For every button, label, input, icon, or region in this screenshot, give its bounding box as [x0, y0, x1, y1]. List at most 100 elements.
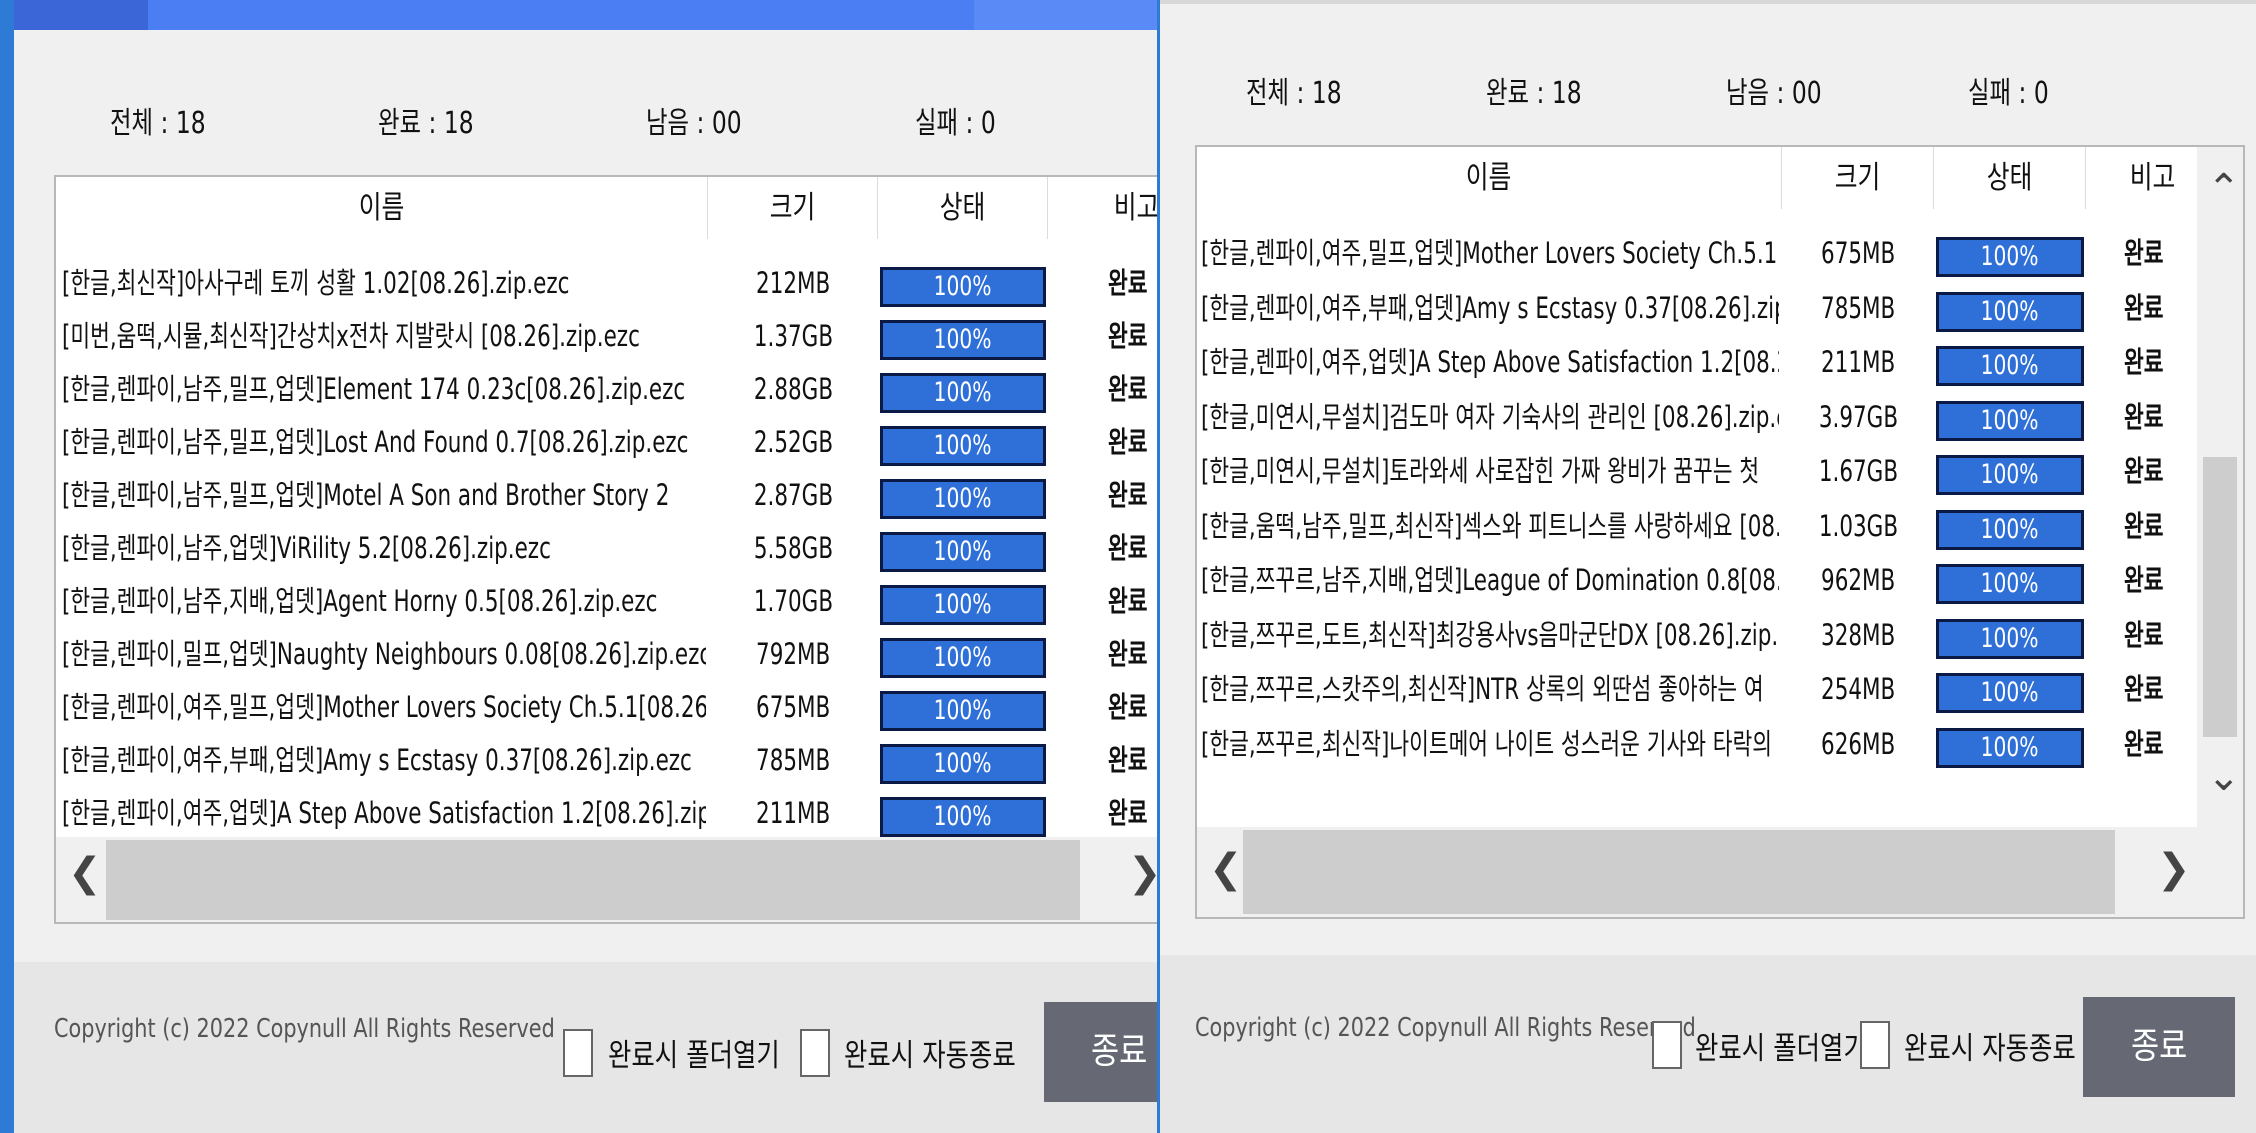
- file-size: 1.03GB: [1818, 508, 1898, 543]
- table-row[interactable]: [한글,렌파이,남주,업뎃]ViRility 5.2[08.26].zip.ez…: [56, 522, 1157, 575]
- exit-button[interactable]: 종료: [1044, 1002, 1157, 1102]
- status-note: 완료: [1108, 531, 1148, 565]
- file-name: [한글,쯔꾸르,도트,최신작]최강용사vs음마군단DX [08.26].zip.…: [1201, 617, 1779, 652]
- table-row[interactable]: [한글,렌파이,여주,밀프,업뎃]Mother Lovers Society C…: [1197, 227, 2197, 280]
- window-border: [0, 0, 14, 1133]
- exit-button[interactable]: 종료: [2083, 997, 2235, 1097]
- scroll-down-icon[interactable]: ⌄: [2207, 757, 2241, 797]
- column-header-size[interactable]: 크기: [708, 177, 878, 239]
- table-row[interactable]: [한글,렌파이,여주,업뎃]A Step Above Satisfaction …: [56, 787, 1157, 840]
- file-size: 675MB: [755, 690, 831, 724]
- file-name: [한글,미연시,무설치]검도마 여자 기숙사의 관리인 [08.26].zip.…: [1201, 399, 1779, 434]
- copyright-text: Copyright (c) 2022 Copynull All Rights R…: [1195, 1013, 1696, 1043]
- progress-bar: 100%: [880, 479, 1046, 519]
- title-bar-segment: [974, 0, 1157, 30]
- table-row[interactable]: [한글,렌파이,남주,밀프,업뎃]Lost And Found 0.7[08.2…: [56, 416, 1157, 469]
- table-row[interactable]: [한글,렌파이,남주,밀프,업뎃]Element 174 0.23c[08.26…: [56, 363, 1157, 416]
- progress-bar: 100%: [1936, 618, 2084, 659]
- table-row[interactable]: [한글,최신작]아사구레 토끼 성활 1.02[08.26].zip.ezc 21…: [56, 257, 1157, 310]
- file-name: [한글,렌파이,여주,밀프,업뎃]Mother Lovers Society C…: [1201, 236, 1779, 270]
- auto-exit-label[interactable]: 완료시 자동종료: [844, 1030, 1016, 1075]
- scroll-thumb[interactable]: [1243, 830, 2115, 914]
- status-note: 완료: [2124, 399, 2164, 434]
- status-note: 완료: [2124, 345, 2164, 379]
- table-row[interactable]: [한글,쯔꾸르,남주,지배,업뎃]League of Domination 0.…: [1197, 554, 2197, 607]
- file-size: 1.37GB: [753, 319, 833, 353]
- file-name: [한글,최신작]아사구레 토끼 성활 1.02[08.26].zip.ezc: [62, 266, 570, 300]
- file-name: [한글,렌파이,남주,밀프,업뎃]Lost And Found 0.7[08.2…: [62, 425, 689, 459]
- status-note: 완료: [1108, 319, 1148, 353]
- status-note: 완료: [1108, 372, 1148, 406]
- horizontal-scrollbar[interactable]: ❮ ❯: [56, 837, 1157, 922]
- progress-bar: 100%: [1936, 455, 2084, 495]
- table-row[interactable]: [한글,렌파이,밀프,업뎃]Naughty Neighbours 0.08[08…: [56, 628, 1157, 681]
- stat-total: 전체 : 18: [1246, 76, 1342, 111]
- scroll-right-icon[interactable]: ❯: [2157, 849, 2191, 889]
- column-header-note[interactable]: 비고: [1048, 177, 1157, 239]
- scroll-thumb[interactable]: [106, 840, 1080, 920]
- table-row[interactable]: [한글,렌파이,여주,밀프,업뎃]Mother Lovers Society C…: [56, 681, 1157, 734]
- scroll-up-icon[interactable]: ⌃: [2207, 169, 2241, 209]
- column-header-name[interactable]: 이름: [56, 177, 708, 239]
- stat-done: 완료 : 18: [1486, 76, 1582, 111]
- file-name: [한글,렌파이,여주,부패,업뎃]Amy s Ecstasy 0.37[08.2…: [1201, 290, 1779, 325]
- progress-bar: 100%: [1936, 346, 2084, 386]
- file-size: 962MB: [1820, 563, 1896, 597]
- file-name: [한글,렌파이,남주,밀프,업뎃]Motel A Son and Brother…: [62, 478, 670, 512]
- progress-bar: 100%: [1936, 237, 2084, 277]
- column-header-size[interactable]: 크기: [1782, 147, 1934, 209]
- scroll-left-icon[interactable]: ❮: [68, 853, 102, 893]
- open-folder-checkbox[interactable]: [1652, 1021, 1682, 1069]
- open-folder-label[interactable]: 완료시 폴더열기: [608, 1030, 780, 1075]
- auto-exit-checkbox[interactable]: [800, 1029, 830, 1077]
- table-row[interactable]: [한글,쯔꾸르,최신작]나이트메어 나이트 성스러운 기사와 타락의 626MB 1…: [1197, 718, 2197, 771]
- table-row[interactable]: [한글,쯔꾸르,스캇주의,최신작]NTR 상록의 외딴섬 좋아하는 여 254MB…: [1197, 663, 2197, 716]
- table-row[interactable]: [한글,미연시,무설치]토라와세 사로잡힌 가짜 왕비가 꿈꾸는 첫 1.67GB…: [1197, 445, 2197, 498]
- download-list[interactable]: 이름 크기 상태 비고 [한글,렌파이,여주,밀프,업뎃]Mother Love…: [1195, 145, 2245, 919]
- table-row[interactable]: [한글,움떡,남주,밀프,최신작]섹스와 피트니스를 사랑하세요 [08.26]…: [1197, 500, 2197, 553]
- progress-bar: 100%: [880, 638, 1046, 678]
- title-bar[interactable]: [14, 0, 1157, 30]
- status-note: 완료: [1108, 266, 1148, 300]
- file-name: [미번,움떡,시뮬,최신작]간상치x전차 지발랏시 [08.26].zip.ez…: [62, 319, 640, 353]
- column-header-status[interactable]: 상태: [878, 177, 1048, 239]
- vertical-scrollbar[interactable]: ⌃ ⌄: [2197, 147, 2243, 827]
- horizontal-scrollbar[interactable]: ❮ ❯: [1197, 827, 2243, 917]
- progress-bar: 100%: [880, 373, 1046, 413]
- scroll-thumb[interactable]: [2203, 457, 2237, 737]
- file-size: 1.70GB: [753, 584, 833, 618]
- file-name: [한글,렌파이,밀프,업뎃]Naughty Neighbours 0.08[08…: [62, 637, 706, 671]
- copyright-text: Copyright (c) 2022 Copynull All Rights R…: [54, 1014, 555, 1044]
- download-list[interactable]: 이름 크기 상태 비고 [한글,최신작]아사구레 토끼 성활 1.02[08.2…: [54, 175, 1157, 924]
- table-row[interactable]: [한글,렌파이,남주,밀프,업뎃]Motel A Son and Brother…: [56, 469, 1157, 522]
- table-row[interactable]: [한글,렌파이,여주,업뎃]A Step Above Satisfaction …: [1197, 336, 2197, 389]
- open-folder-label[interactable]: 완료시 폴더열기: [1695, 1023, 1867, 1068]
- stat-done: 완료 : 18: [378, 106, 474, 141]
- table-row[interactable]: [미번,움떡,시뮬,최신작]간상치x전차 지발랏시 [08.26].zip.ez…: [56, 310, 1157, 363]
- footer: Copyright (c) 2022 Copynull All Rights R…: [14, 962, 1157, 1133]
- scroll-left-icon[interactable]: ❮: [1209, 849, 1243, 889]
- table-row[interactable]: [한글,렌파이,남주,지배,업뎃]Agent Horny 0.5[08.26].…: [56, 575, 1157, 628]
- file-name: [한글,렌파이,여주,업뎃]A Step Above Satisfaction …: [1201, 345, 1779, 379]
- auto-exit-checkbox[interactable]: [1860, 1021, 1890, 1069]
- column-header-name[interactable]: 이름: [1197, 147, 1782, 209]
- auto-exit-label[interactable]: 완료시 자동종료: [1904, 1023, 2076, 1068]
- table-row[interactable]: [한글,미연시,무설치]검도마 여자 기숙사의 관리인 [08.26].zip.…: [1197, 391, 2197, 444]
- table-row[interactable]: [한글,렌파이,여주,부패,업뎃]Amy s Ecstasy 0.37[08.2…: [56, 734, 1157, 787]
- file-name: [한글,미연시,무설치]토라와세 사로잡힌 가짜 왕비가 꿈꾸는 첫: [1201, 454, 1760, 488]
- footer: Copyright (c) 2022 Copynull All Rights R…: [1160, 955, 2256, 1133]
- table-row[interactable]: [한글,렌파이,여주,부패,업뎃]Amy s Ecstasy 0.37[08.2…: [1197, 282, 2197, 335]
- column-header-status[interactable]: 상태: [1934, 147, 2086, 209]
- file-name: [한글,렌파이,여주,부패,업뎃]Amy s Ecstasy 0.37[08.2…: [62, 743, 692, 777]
- status-note: 완료: [2124, 726, 2164, 761]
- column-header-note[interactable]: 비고: [2086, 147, 2197, 209]
- table-row[interactable]: [한글,쯔꾸르,도트,최신작]최강용사vs음마군단DX [08.26].zip.…: [1197, 609, 2197, 662]
- progress-bar: 100%: [880, 691, 1046, 731]
- window-top-edge: [1160, 0, 2256, 4]
- open-folder-checkbox[interactable]: [563, 1029, 593, 1077]
- progress-bar: 100%: [1936, 509, 2084, 550]
- file-size: 211MB: [755, 796, 831, 830]
- scroll-right-icon[interactable]: ❯: [1128, 853, 1157, 893]
- progress-bar: 100%: [880, 426, 1046, 466]
- file-name: [한글,렌파이,남주,지배,업뎃]Agent Horny 0.5[08.26].…: [62, 584, 658, 618]
